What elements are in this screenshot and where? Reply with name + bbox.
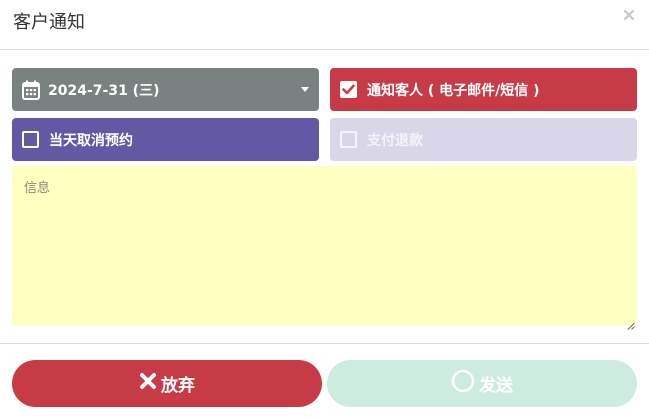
payment-refund-label: 支付退款: [367, 132, 423, 149]
discard-label: 放弃: [161, 376, 195, 395]
send-button[interactable]: 发送: [327, 360, 637, 407]
footer-divider: [0, 343, 649, 344]
calendar-icon: [22, 80, 40, 100]
payment-refund-checkbox[interactable]: 支付退款: [330, 118, 637, 161]
checkbox-checked-icon[interactable]: [340, 81, 357, 98]
send-label: 发送: [479, 376, 513, 395]
chevron-down-icon: [301, 87, 309, 92]
discard-button[interactable]: 放弃: [12, 360, 322, 407]
resize-handle-icon[interactable]: [626, 315, 635, 330]
dialog-header: 客户通知: [0, 0, 649, 50]
checkbox-unchecked-icon[interactable]: [22, 131, 39, 148]
x-icon: [139, 372, 157, 395]
close-icon[interactable]: [622, 7, 636, 21]
date-picker[interactable]: 2024-7-31 (三): [12, 68, 319, 111]
dialog-title: 客户通知: [13, 12, 85, 33]
cancel-today-label: 当天取消预约: [49, 132, 133, 149]
circle-icon: [451, 369, 475, 398]
checkbox-unchecked-icon[interactable]: [340, 131, 357, 148]
notify-customer-label: 通知客人 ( 电子邮件/短信 ): [367, 82, 540, 99]
date-value: 2024-7-31 (三): [48, 82, 160, 99]
message-textarea[interactable]: [12, 166, 637, 326]
cancel-today-checkbox[interactable]: 当天取消预约: [12, 118, 319, 161]
notify-customer-checkbox[interactable]: 通知客人 ( 电子邮件/短信 ): [330, 68, 637, 111]
